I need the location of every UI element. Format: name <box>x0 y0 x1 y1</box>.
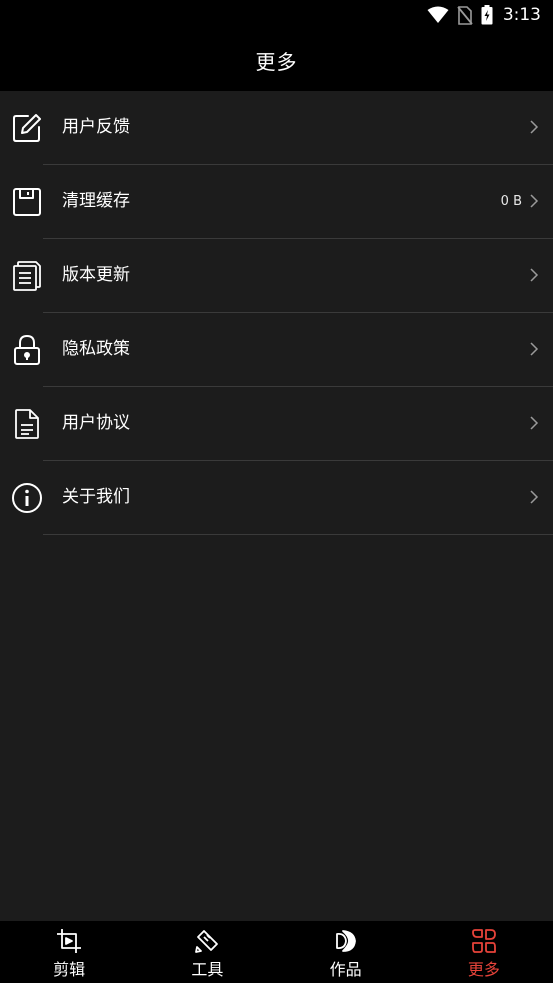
battery-charging-icon <box>481 5 493 25</box>
menu-item-label: 用户反馈 <box>62 117 130 137</box>
chevron-right-icon <box>530 268 539 282</box>
menu-item-label: 隐私政策 <box>62 339 130 359</box>
menu-item-privacy-policy[interactable]: 隐私政策 <box>0 313 553 387</box>
lock-icon <box>10 333 44 367</box>
chevron-right-icon <box>530 342 539 356</box>
status-icons: 3:13 <box>427 4 541 26</box>
menu-item-about-us[interactable]: 关于我们 <box>0 461 553 535</box>
bottom-nav: 剪辑 工具 作品 更多 <box>0 921 553 983</box>
more-grid-icon <box>471 929 496 953</box>
no-sim-icon <box>457 5 473 25</box>
status-time: 3:13 <box>502 5 541 25</box>
menu-item-user-agreement[interactable]: 用户协议 <box>0 387 553 461</box>
info-icon <box>10 481 44 515</box>
menu-item-label: 清理缓存 <box>62 191 130 211</box>
tab-edit[interactable]: 剪辑 <box>0 921 138 983</box>
chevron-right-icon <box>530 194 539 208</box>
menu-item-feedback[interactable]: 用户反馈 <box>0 91 553 165</box>
menu-item-label: 版本更新 <box>62 265 130 285</box>
edit-icon <box>10 111 44 145</box>
menu-item-version-update[interactable]: 版本更新 <box>0 239 553 313</box>
tab-label: 作品 <box>329 960 362 979</box>
tab-label: 更多 <box>467 960 500 979</box>
works-icon <box>335 930 356 952</box>
tab-works[interactable]: 作品 <box>277 921 415 983</box>
menu-item-label: 用户协议 <box>62 413 130 433</box>
tab-label: 剪辑 <box>53 960 86 979</box>
chevron-right-icon <box>530 120 539 134</box>
wifi-icon <box>427 6 449 23</box>
tab-label: 工具 <box>191 960 224 979</box>
page-title: 更多 <box>255 50 298 74</box>
file-text-icon <box>10 407 44 441</box>
save-icon <box>10 185 44 219</box>
chevron-right-icon <box>530 490 539 504</box>
status-bar: 3:13 <box>0 0 553 30</box>
divider <box>43 534 553 535</box>
settings-menu: 用户反馈 清理缓存 0 B 版本更新 隐私政策 用户协议 关于我们 <box>0 91 553 535</box>
menu-item-label: 关于我们 <box>62 487 130 507</box>
documents-icon <box>10 259 44 293</box>
chevron-right-icon <box>530 416 539 430</box>
crop-play-icon <box>57 929 82 953</box>
menu-item-clear-cache[interactable]: 清理缓存 0 B <box>0 165 553 239</box>
top-bar: 更多 <box>0 30 553 91</box>
tab-tools[interactable]: 工具 <box>138 921 276 983</box>
tab-more[interactable]: 更多 <box>415 921 553 983</box>
cache-size-value: 0 B <box>500 194 522 209</box>
tools-icon <box>195 930 219 953</box>
